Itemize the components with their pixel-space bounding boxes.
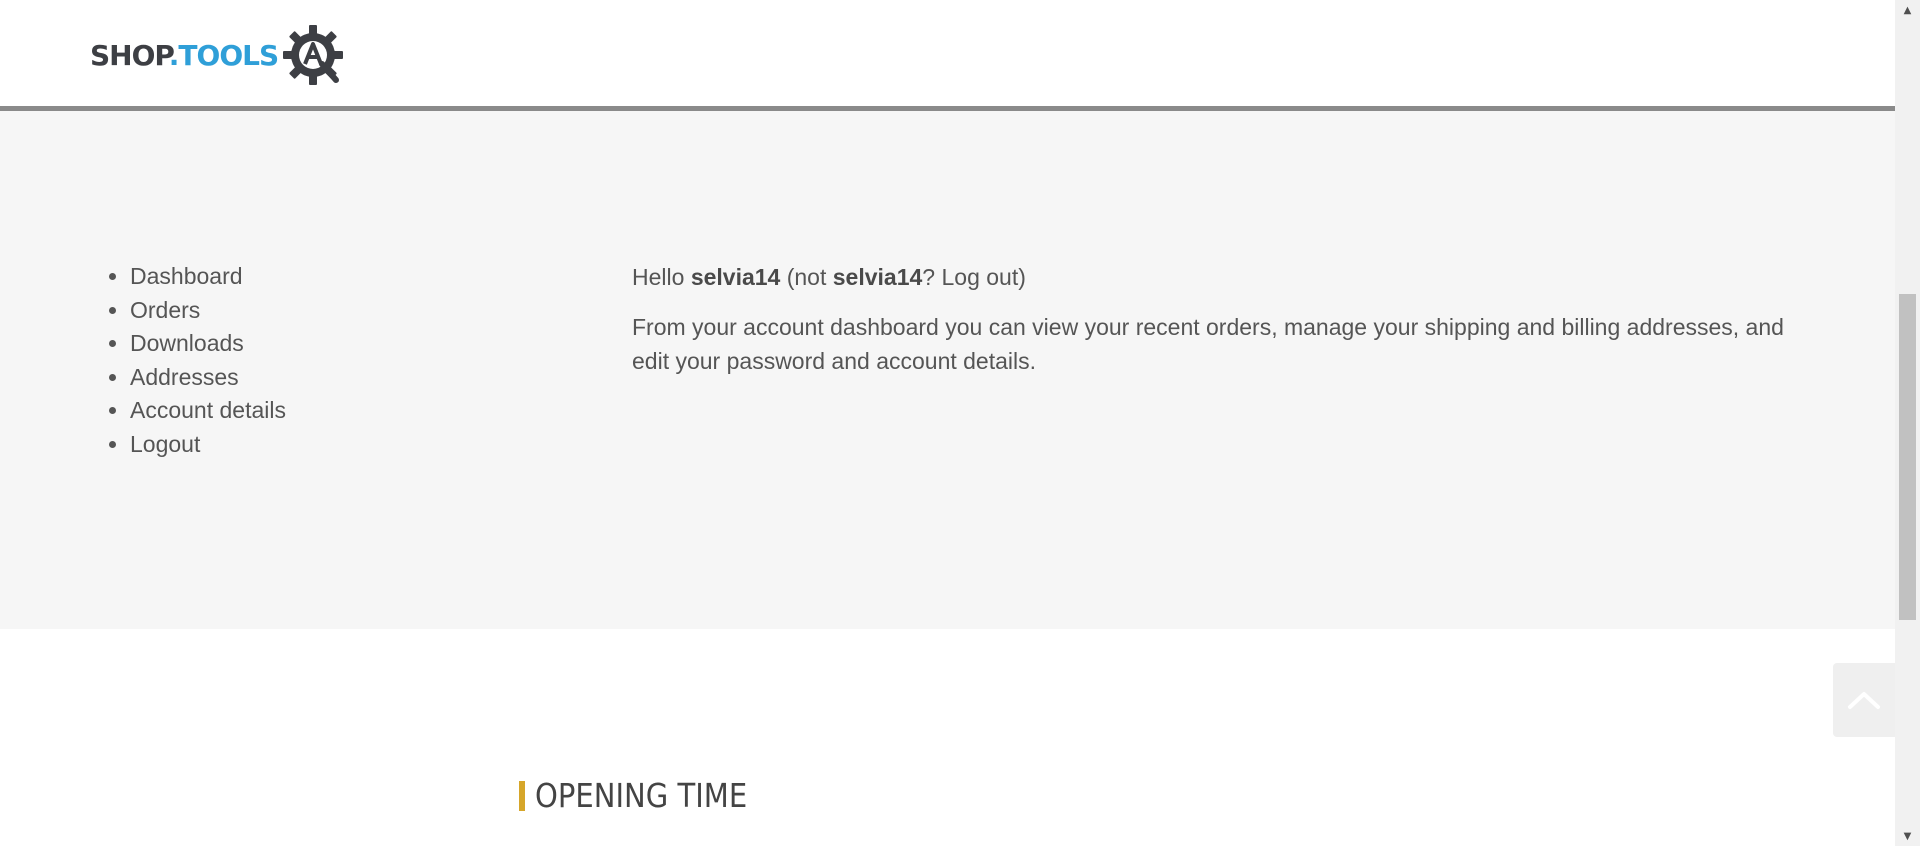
greeting-not: (not	[780, 264, 833, 290]
scrollbar-thumb[interactable]	[1899, 294, 1916, 620]
site-logo[interactable]: SHOP.TOOLS	[90, 22, 346, 88]
account-nav-logout[interactable]: Logout	[130, 428, 286, 462]
greeting-username-again: selvia14	[832, 264, 923, 290]
opening-time-title: OPENING TIME	[535, 776, 748, 815]
scroll-down-arrow-icon[interactable]: ▼	[1895, 826, 1920, 846]
logo-wordmark: SHOP.TOOLS	[90, 38, 279, 72]
account-nav-downloads[interactable]: Downloads	[130, 327, 286, 361]
account-nav-dashboard[interactable]: Dashboard	[130, 260, 286, 294]
gear-wrench-logo-icon	[283, 25, 344, 85]
logout-link[interactable]: Log out	[941, 264, 1018, 290]
account-nav-addresses[interactable]: Addresses	[130, 361, 286, 395]
vertical-scrollbar[interactable]: ▲ ▼	[1895, 0, 1920, 846]
heading-accent-bar	[519, 780, 525, 811]
account-navigation: Dashboard Orders Downloads Addresses Acc…	[88, 260, 286, 462]
greeting-hello: Hello	[632, 264, 691, 290]
opening-time-heading: OPENING TIME	[519, 776, 776, 815]
dashboard-intro-text: From your account dashboard you can view…	[632, 314, 1784, 374]
scroll-up-arrow-icon[interactable]: ▲	[1895, 0, 1920, 20]
chevron-up-icon	[1848, 692, 1880, 709]
logo-tools-text: .TOOLS	[168, 38, 279, 72]
account-nav-orders[interactable]: Orders	[130, 294, 286, 328]
greeting-username: selvia14	[690, 264, 781, 290]
greeting-close-paren: )	[1018, 264, 1026, 290]
logo-shop-text: SHOP	[90, 38, 170, 72]
account-dashboard-content: Hello selvia14 (not selvia14? Log out) F…	[632, 260, 1812, 394]
site-header: SHOP.TOOLS	[0, 0, 1895, 111]
account-nav-account-details[interactable]: Account details	[130, 394, 286, 428]
page: SHOP.TOOLS Dashboar	[0, 0, 1920, 846]
my-account-section: Dashboard Orders Downloads Addresses Acc…	[0, 111, 1895, 629]
back-to-top-button[interactable]	[1833, 663, 1895, 737]
greeting-question: ?	[922, 264, 942, 290]
greeting-text: Hello selvia14 (not selvia14? Log out)	[632, 260, 1812, 294]
